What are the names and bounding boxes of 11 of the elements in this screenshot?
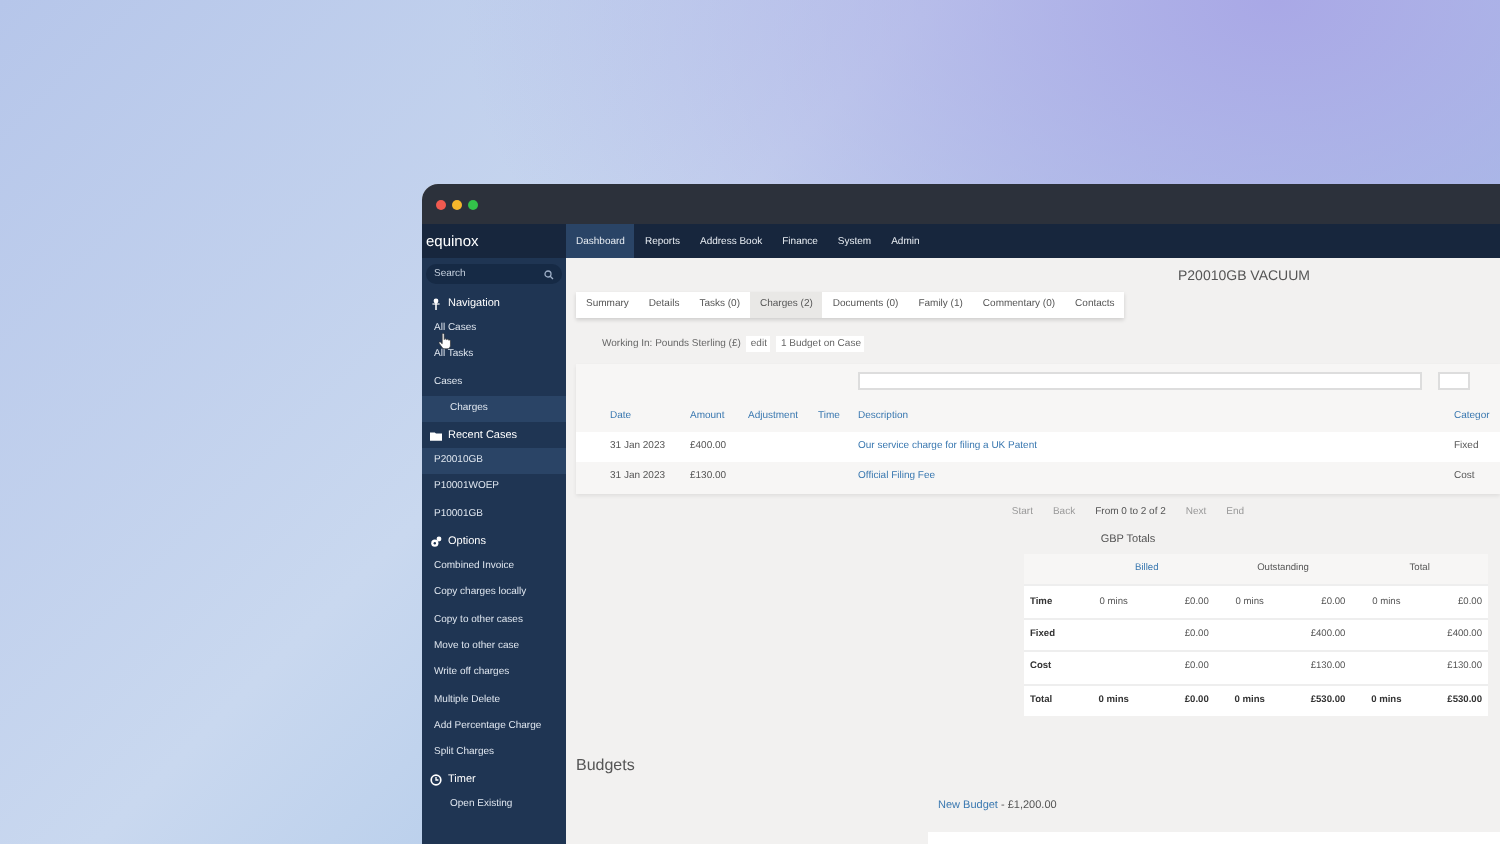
maximize-dot-icon[interactable] xyxy=(468,199,478,209)
folder-icon xyxy=(430,429,442,442)
hand-cursor-icon xyxy=(438,332,452,350)
close-dot-icon[interactable] xyxy=(436,199,446,209)
search-icon xyxy=(544,269,554,279)
gears-icon xyxy=(430,535,442,548)
pin-icon xyxy=(430,297,442,309)
clock-icon xyxy=(430,773,442,786)
budgets-heading: Budgets xyxy=(576,755,637,778)
minimize-dot-icon[interactable] xyxy=(452,199,462,209)
filter-field[interactable] xyxy=(858,372,1422,390)
